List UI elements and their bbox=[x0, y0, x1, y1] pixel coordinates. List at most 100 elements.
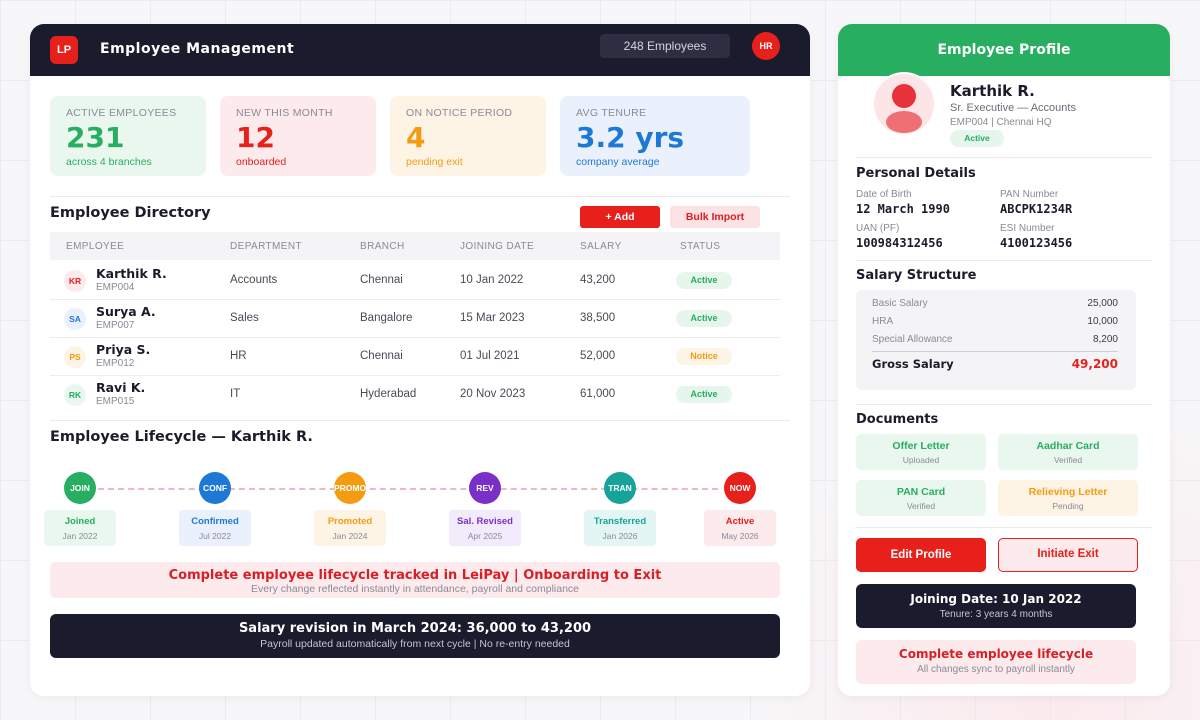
document-aadhar-card[interactable]: Aadhar Card Verified bbox=[998, 434, 1138, 470]
employee-profile-panel: Employee Profile Karthik R. Sr. Executiv… bbox=[838, 24, 1170, 696]
employee-branch: Chennai bbox=[360, 274, 403, 286]
stat-subtext: company average bbox=[576, 156, 660, 168]
column-header-status[interactable]: STATUS bbox=[680, 241, 720, 252]
salary-structure-title: Salary Structure bbox=[856, 268, 977, 283]
employee-name[interactable]: Priya S. bbox=[96, 342, 150, 357]
lifecycle-card-confirmed: Confirmed Jul 2022 bbox=[179, 510, 251, 546]
employee-count-pill[interactable]: 248 Employees bbox=[600, 34, 730, 58]
stat-label: NEW THIS MONTH bbox=[236, 107, 333, 119]
banner-subtitle: Payroll updated automatically from next … bbox=[260, 638, 570, 650]
document-offer-letter[interactable]: Offer Letter Uploaded bbox=[856, 434, 986, 470]
user-avatar[interactable]: HR bbox=[752, 32, 780, 60]
stat-card-active[interactable]: ACTIVE EMPLOYEES 231 across 4 branches bbox=[50, 96, 206, 176]
salary-component-label: Basic Salary bbox=[872, 298, 928, 309]
employee-name[interactable]: Ravi K. bbox=[96, 380, 145, 395]
joining-date-box: Joining Date: 10 Jan 2022 Tenure: 3 year… bbox=[856, 584, 1136, 628]
divider bbox=[856, 527, 1152, 528]
column-header-branch[interactable]: BRANCH bbox=[360, 241, 405, 252]
pan-label: PAN Number bbox=[1000, 189, 1059, 200]
lifecycle-label: Transferred bbox=[593, 516, 647, 527]
stat-card-tenure[interactable]: AVG TENURE 3.2 yrs company average bbox=[560, 96, 750, 176]
document-name: PAN Card bbox=[896, 486, 946, 498]
salary-component-value: 10,000 bbox=[1087, 316, 1118, 327]
pan-value: ABCPK1234R bbox=[1000, 202, 1073, 216]
stat-value: 231 bbox=[66, 121, 125, 154]
lifecycle-date: Jul 2022 bbox=[198, 531, 232, 541]
profile-avatar bbox=[874, 74, 934, 134]
employee-id: EMP015 bbox=[96, 396, 135, 407]
employee-joining-date: 15 Mar 2023 bbox=[460, 312, 525, 324]
gross-salary-label: Gross Salary bbox=[872, 357, 954, 371]
banner-title: Complete employee lifecycle tracked in L… bbox=[168, 568, 662, 583]
table-row[interactable]: PS Priya S. EMP012 HR Chennai 01 Jul 202… bbox=[50, 338, 780, 376]
documents-title: Documents bbox=[856, 412, 939, 427]
lifecycle-card-transferred: Transferred Jan 2026 bbox=[584, 510, 656, 546]
lifecycle-step-confirm[interactable]: CONF bbox=[199, 472, 231, 504]
employee-branch: Hyderabad bbox=[360, 388, 417, 400]
employee-name[interactable]: Surya A. bbox=[96, 304, 156, 319]
lifecycle-label: Joined bbox=[64, 516, 96, 527]
divider bbox=[872, 351, 1118, 352]
banner-title: Salary revision in March 2024: 36,000 to… bbox=[238, 621, 592, 636]
employee-branch: Chennai bbox=[360, 350, 403, 362]
add-employee-button[interactable]: + Add Employee bbox=[580, 206, 660, 245]
document-name: Relieving Letter bbox=[1028, 486, 1108, 498]
column-header-joining-date[interactable]: JOINING DATE bbox=[460, 241, 534, 252]
person-icon bbox=[886, 84, 922, 133]
divider bbox=[856, 404, 1152, 405]
uan-value: 100984312456 bbox=[856, 236, 943, 250]
top-bar: LP Employee Management 248 Employees HR bbox=[30, 24, 810, 76]
lifecycle-step-transfer[interactable]: TRAN bbox=[604, 472, 636, 504]
lifecycle-card-active: Active May 2026 bbox=[704, 510, 776, 546]
salary-component-label: Special Allowance bbox=[872, 334, 953, 345]
edit-profile-button[interactable]: Edit Profile bbox=[856, 538, 986, 572]
employee-joining-date: 20 Nov 2023 bbox=[460, 388, 526, 400]
uan-label: UAN (PF) bbox=[856, 223, 900, 234]
table-row[interactable]: KR Karthik R. EMP004 Accounts Chennai 10… bbox=[50, 262, 780, 300]
lifecycle-step-revision[interactable]: REV bbox=[469, 472, 501, 504]
dob-value: 12 March 1990 bbox=[856, 202, 950, 216]
document-name: Offer Letter bbox=[892, 440, 950, 452]
lifecycle-banner: Complete employee lifecycle tracked in L… bbox=[50, 562, 780, 598]
column-header-department[interactable]: DEPARTMENT bbox=[230, 241, 302, 252]
lifecycle-date: Apr 2025 bbox=[467, 531, 503, 541]
app-title: Employee Management bbox=[100, 41, 295, 57]
stat-card-notice[interactable]: ON NOTICE PERIOD 4 pending exit bbox=[390, 96, 546, 176]
salary-component-label: HRA bbox=[872, 316, 894, 327]
stat-value: 12 bbox=[236, 121, 275, 154]
table-row[interactable]: RK Ravi K. EMP015 IT Hyderabad 20 Nov 20… bbox=[50, 376, 780, 414]
lifecycle-label: Confirmed bbox=[191, 516, 239, 527]
column-header-employee[interactable]: EMPLOYEE bbox=[66, 241, 124, 252]
stat-value: 4 bbox=[406, 121, 426, 154]
employee-salary: 38,500 bbox=[580, 312, 616, 324]
document-pan-card[interactable]: PAN Card Verified bbox=[856, 480, 986, 516]
profile-role: Sr. Executive — Accounts bbox=[950, 102, 1076, 114]
stat-card-new[interactable]: NEW THIS MONTH 12 onboarded bbox=[220, 96, 376, 176]
document-relieving-letter[interactable]: Relieving Letter Pending bbox=[998, 480, 1138, 516]
employee-department: HR bbox=[230, 350, 247, 362]
employee-joining-date: 10 Jan 2022 bbox=[460, 274, 524, 286]
document-status: Pending bbox=[1052, 501, 1084, 511]
employee-department: Sales bbox=[230, 312, 259, 324]
employee-joining-date: 01 Jul 2021 bbox=[460, 350, 520, 362]
bulk-import-button[interactable]: Bulk Import bbox=[670, 206, 760, 228]
lifecycle-card-joined: Joined Jan 2022 bbox=[44, 510, 116, 546]
column-header-salary[interactable]: SALARY bbox=[580, 241, 622, 252]
employee-id: EMP012 bbox=[96, 358, 135, 369]
document-status: Uploaded bbox=[902, 455, 940, 465]
employee-name[interactable]: Karthik R. bbox=[96, 266, 167, 281]
employee-id: EMP004 bbox=[96, 282, 135, 293]
document-status: Verified bbox=[1053, 455, 1083, 465]
lifecycle-step-join[interactable]: JOIN bbox=[64, 472, 96, 504]
lifecycle-label: Sal. Revised bbox=[457, 516, 513, 527]
stat-subtext: pending exit bbox=[406, 156, 463, 168]
app-logo[interactable]: LP bbox=[50, 36, 78, 64]
lifecycle-card-promoted: Promoted Jan 2024 bbox=[314, 510, 386, 546]
table-row[interactable]: SA Surya A. EMP007 Sales Bangalore 15 Ma… bbox=[50, 300, 780, 338]
lifecycle-step-now[interactable]: NOW bbox=[724, 472, 756, 504]
stat-label: ACTIVE EMPLOYEES bbox=[66, 107, 177, 119]
initiate-exit-button[interactable]: Initiate Exit bbox=[998, 538, 1138, 572]
lifecycle-note-title: Complete employee lifecycle bbox=[898, 647, 1094, 661]
tenure-text: Tenure: 3 years 4 months bbox=[939, 609, 1053, 620]
lifecycle-step-promo[interactable]: PROMO bbox=[334, 472, 366, 504]
